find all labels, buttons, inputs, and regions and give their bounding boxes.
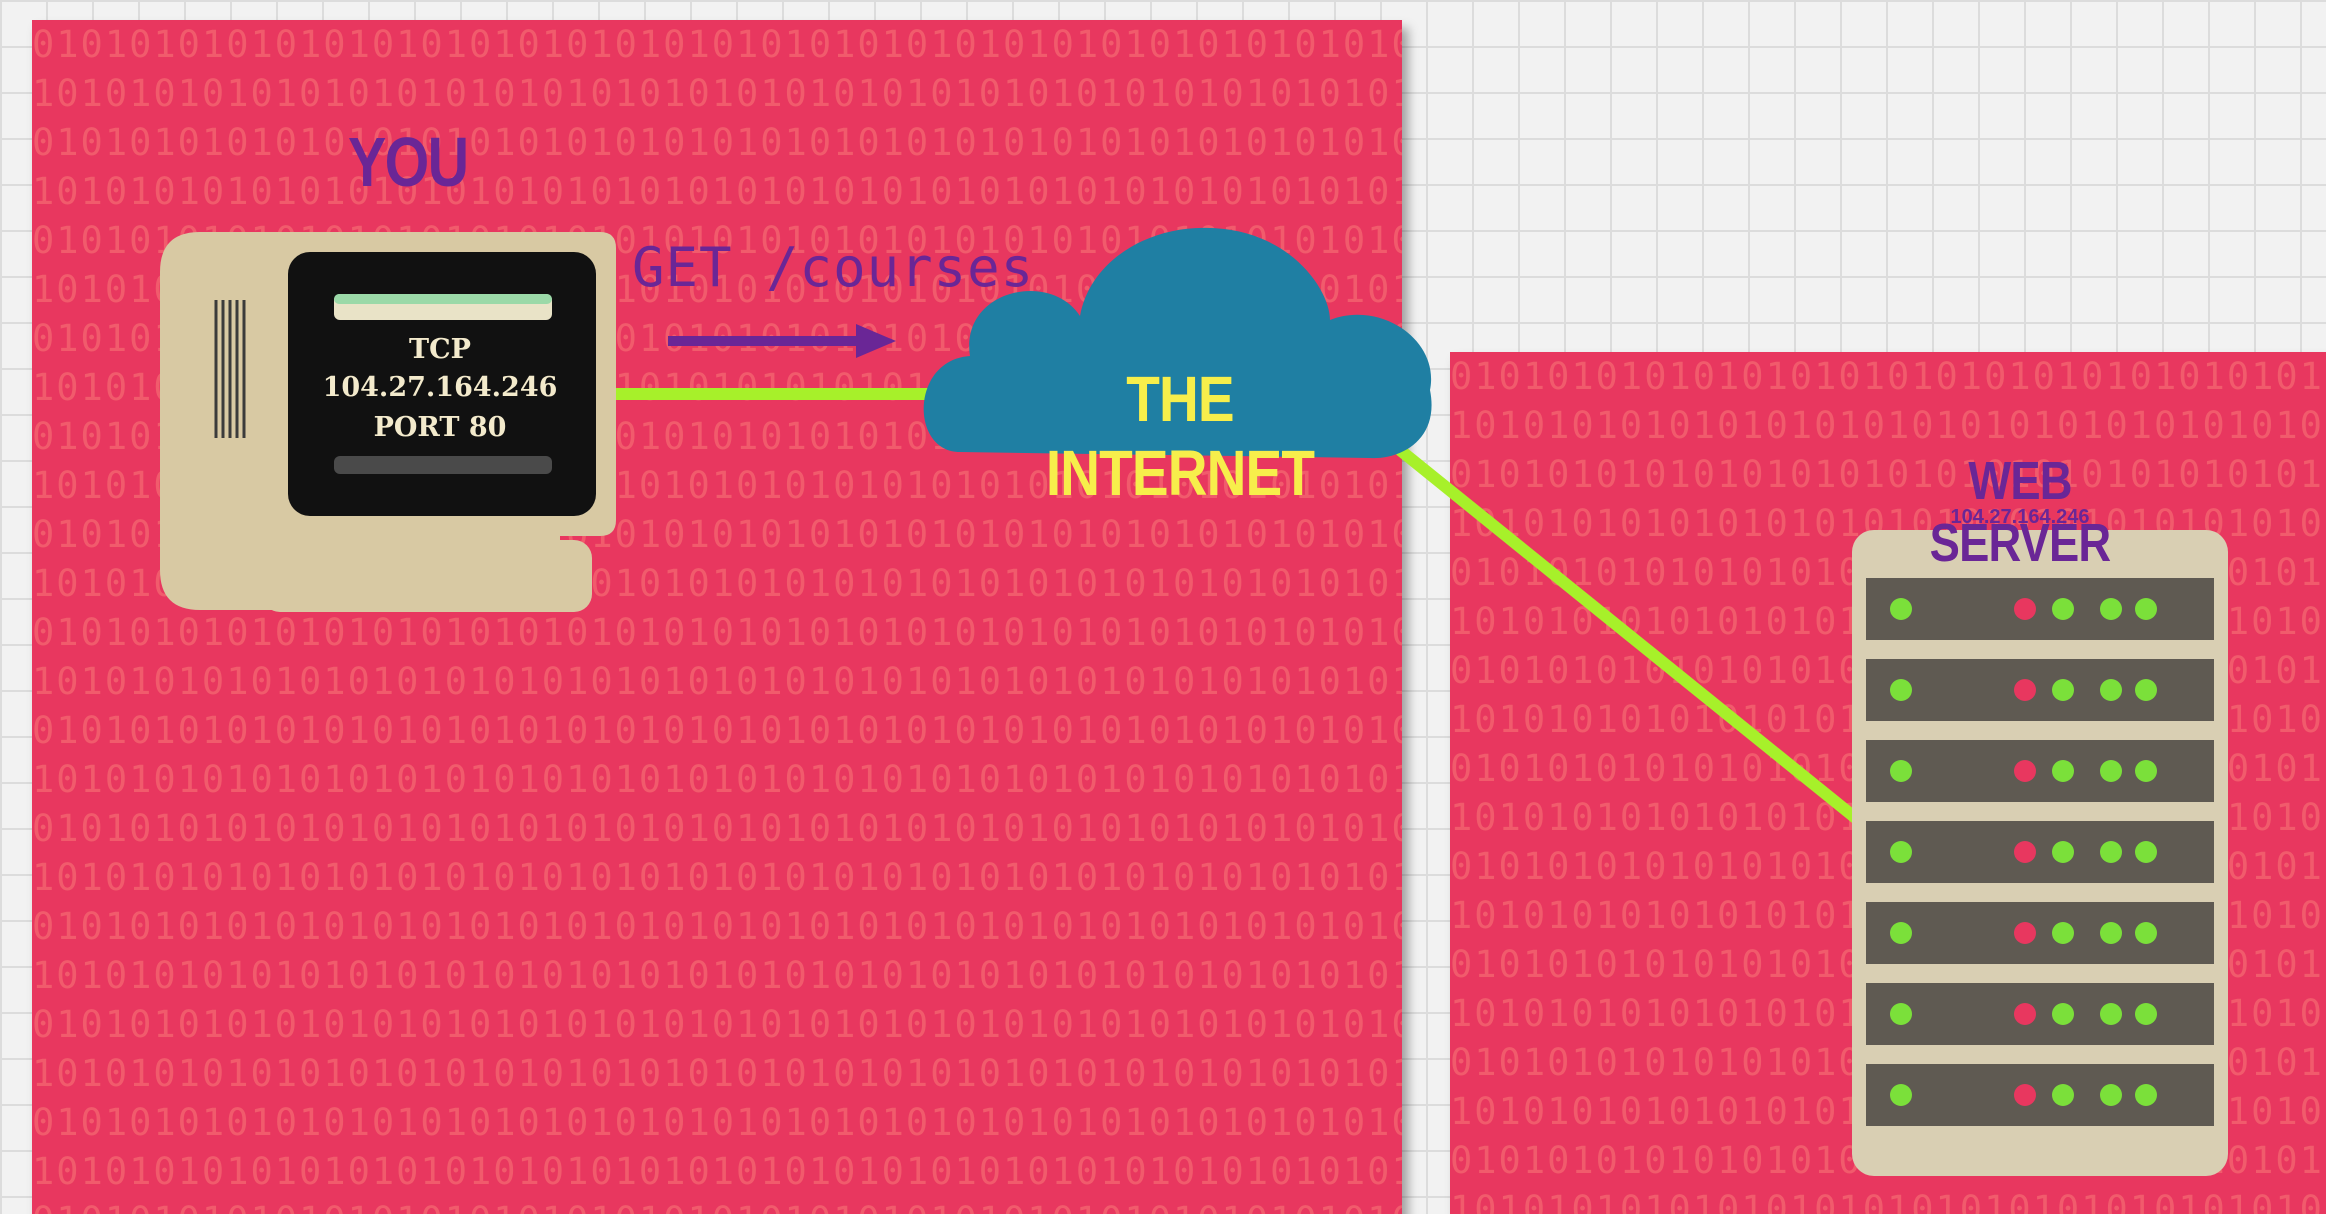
- status-led-green: [1890, 760, 1912, 782]
- server-unit: [1866, 1064, 2214, 1126]
- server-rack-icon: [1852, 530, 2228, 1176]
- server-unit: [1866, 659, 2214, 721]
- status-led-red: [2014, 841, 2036, 863]
- server-unit: [1866, 578, 2214, 640]
- status-led-green: [2100, 679, 2122, 701]
- status-led-red: [2014, 760, 2036, 782]
- status-led-green: [2100, 922, 2122, 944]
- status-led-green: [1890, 841, 1912, 863]
- status-led-red: [2014, 679, 2036, 701]
- status-led-green: [2135, 598, 2157, 620]
- status-led-green: [1890, 679, 1912, 701]
- status-led-red: [2014, 1084, 2036, 1106]
- internet-label: THE INTERNET: [1045, 363, 1315, 509]
- status-led-red: [2014, 1003, 2036, 1025]
- status-led-green: [2052, 841, 2074, 863]
- status-led-green: [2135, 841, 2157, 863]
- status-led-green: [2052, 922, 2074, 944]
- status-led-green: [2052, 1003, 2074, 1025]
- status-led-green: [2052, 598, 2074, 620]
- status-led-green: [2052, 760, 2074, 782]
- connection-line-internet-server: [1396, 445, 1862, 825]
- status-led-green: [2052, 679, 2074, 701]
- status-led-green: [1890, 1084, 1912, 1106]
- status-led-green: [2135, 1084, 2157, 1106]
- you-label: YOU: [348, 123, 469, 201]
- status-led-red: [2014, 598, 2036, 620]
- server-unit: [1866, 902, 2214, 964]
- status-led-green: [2100, 760, 2122, 782]
- server-unit: [1866, 821, 2214, 883]
- diagram-canvas: 0101010101010101010101010101010101010101…: [0, 0, 2326, 1214]
- web-server-ip: 104.27.164.246: [1950, 506, 2090, 528]
- status-led-green: [2135, 1003, 2157, 1025]
- status-led-green: [1890, 1003, 1912, 1025]
- screen-protocol: TCP: [409, 334, 471, 365]
- status-led-green: [2052, 1084, 2074, 1106]
- status-led-red: [2014, 922, 2036, 944]
- http-request-label: GET /courses: [632, 236, 1035, 299]
- status-led-green: [1890, 598, 1912, 620]
- status-led-green: [2135, 760, 2157, 782]
- status-led-green: [2100, 841, 2122, 863]
- screen-ip-address: 104.27.164.246: [322, 372, 558, 403]
- server-unit: [1866, 983, 2214, 1045]
- status-led-green: [2100, 1084, 2122, 1106]
- request-arrow-icon: [668, 324, 896, 358]
- screen-port: PORT 80: [373, 412, 507, 443]
- status-led-green: [2100, 598, 2122, 620]
- status-led-green: [1890, 922, 1912, 944]
- server-unit: [1866, 740, 2214, 802]
- status-led-green: [2135, 922, 2157, 944]
- status-led-green: [2100, 1003, 2122, 1025]
- status-led-green: [2135, 679, 2157, 701]
